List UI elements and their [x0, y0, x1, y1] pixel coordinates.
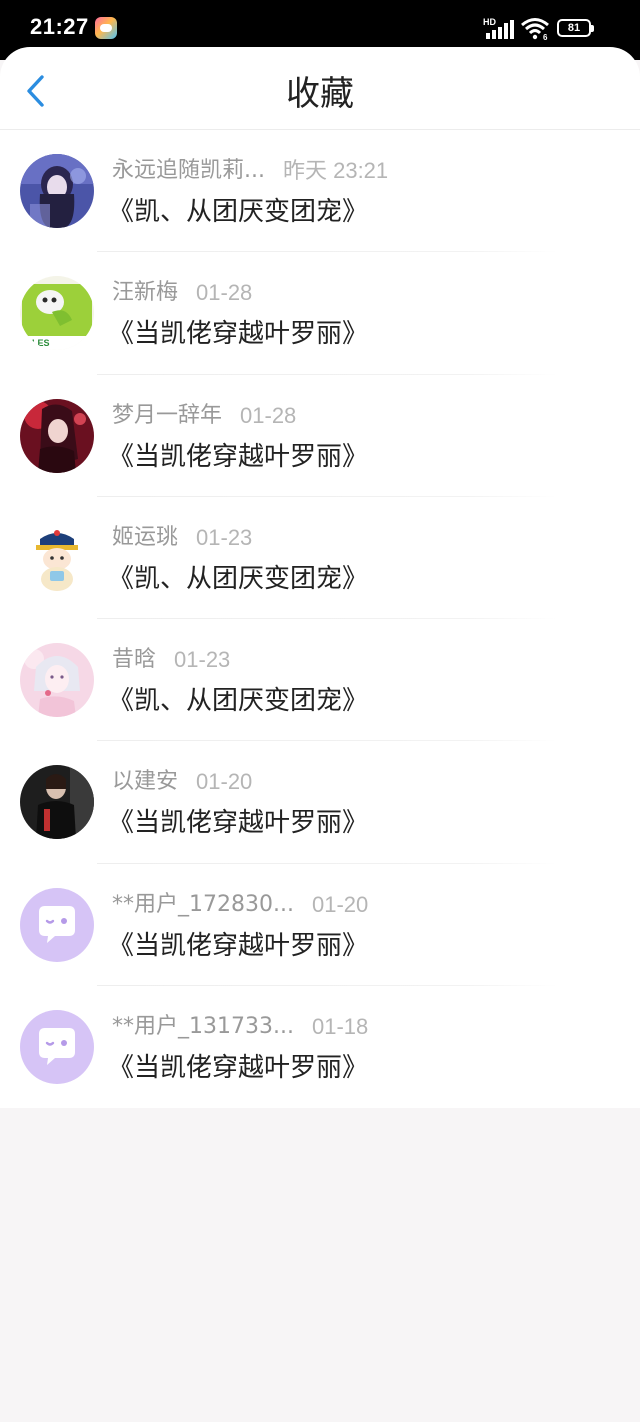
item-meta: 汪新梅 01-28: [112, 277, 610, 309]
favorite-item[interactable]: **用户_172830... 01-20 《当凯佬穿越叶罗丽》: [0, 864, 640, 986]
game-app-icon: [95, 17, 117, 39]
avatar[interactable]: [20, 1009, 94, 1084]
book-title[interactable]: 《当凯佬穿越叶罗丽》: [108, 805, 368, 841]
anime-avatar-icon: [20, 643, 94, 717]
anime-avatar-icon: [20, 154, 94, 228]
avatar[interactable]: [20, 765, 94, 840]
battery-level: 81: [567, 22, 581, 34]
book-title[interactable]: 《当凯佬穿越叶罗丽》: [108, 1050, 368, 1086]
avatar[interactable]: [20, 887, 94, 962]
item-date: 01-28: [196, 280, 253, 306]
avatar[interactable]: [20, 643, 94, 717]
book-title[interactable]: 《凯、从团厌变团宠》: [108, 683, 368, 719]
username[interactable]: 永远追随凯莉...: [112, 155, 265, 187]
item-date: 昨天 23:21: [282, 158, 389, 183]
battery-icon: 81: [557, 19, 594, 37]
avatar[interactable]: [20, 398, 94, 473]
favorites-list: 永远追随凯莉... 昨天 23:21 《凯、从团厌变团宠》 PLES 汪新梅 01-…: [0, 130, 640, 1108]
favorite-item[interactable]: 姬运珧 01-23 《凯、从团厌变团宠》: [0, 497, 640, 619]
book-title[interactable]: 《当凯佬穿越叶罗丽》: [108, 439, 368, 475]
username[interactable]: 昔晗: [112, 644, 156, 676]
favorite-item[interactable]: 以建安 01-20 《当凯佬穿越叶罗丽》: [0, 741, 640, 864]
item-meta: 以建安 01-20: [112, 766, 610, 798]
username[interactable]: 梦月一辞年: [112, 400, 222, 432]
header: 收藏: [0, 47, 640, 130]
favorite-item[interactable]: 永远追随凯莉... 昨天 23:21 《凯、从团厌变团宠》: [0, 130, 640, 253]
item-date: 01-20: [196, 769, 253, 795]
item-date: 01-18: [311, 1013, 369, 1039]
item-meta: 永远追随凯莉... 昨天 23:21: [112, 155, 610, 187]
favorite-item[interactable]: 昔晗 01-23 《凯、从团厌变团宠》: [0, 619, 640, 742]
item-meta: **用户_172830... 01-20: [112, 889, 610, 921]
book-title[interactable]: 《凯、从团厌变团宠》: [108, 561, 368, 597]
svg-text:PLES: PLES: [26, 338, 50, 348]
item-date: 01-28: [240, 402, 297, 428]
photo-avatar-icon: [20, 765, 94, 840]
username[interactable]: **用户_172830...: [112, 889, 294, 921]
username[interactable]: 姬运珧: [112, 522, 178, 554]
item-meta: 梦月一辞年 01-28: [112, 400, 610, 432]
signal-icon: [486, 20, 514, 39]
favorite-item[interactable]: PLES 汪新梅 01-28 《当凯佬穿越叶罗丽》: [0, 252, 640, 375]
avatar[interactable]: [20, 154, 94, 228]
cartoon-avatar-icon: PLES: [20, 276, 94, 351]
username[interactable]: **用户_131733...: [112, 1011, 294, 1043]
avatar[interactable]: PLES: [20, 276, 94, 351]
favorite-item[interactable]: **用户_131733... 01-18 《当凯佬穿越叶罗丽》: [0, 986, 640, 1108]
item-date: 01-23: [174, 647, 231, 672]
anime-avatar-icon: [20, 398, 94, 473]
item-meta: **用户_131733... 01-18: [112, 1011, 610, 1043]
wifi-icon: 6: [521, 18, 549, 40]
status-time: 21:27: [30, 14, 89, 39]
book-title[interactable]: 《当凯佬穿越叶罗丽》: [108, 928, 368, 964]
cartoon-avatar-icon: [20, 520, 94, 595]
svg-text:6: 6: [543, 33, 548, 40]
chat-bubble-icon: [20, 1009, 94, 1084]
item-date: 01-20: [311, 891, 369, 917]
book-title[interactable]: 《当凯佬穿越叶罗丽》: [108, 316, 368, 352]
avatar[interactable]: [20, 520, 94, 595]
item-meta: 姬运珧 01-23: [112, 522, 610, 554]
book-title[interactable]: 《凯、从团厌变团宠》: [108, 194, 368, 230]
username[interactable]: 以建安: [112, 766, 178, 798]
favorite-item[interactable]: 梦月一辞年 01-28 《当凯佬穿越叶罗丽》: [0, 375, 640, 497]
chat-bubble-icon: [20, 887, 94, 962]
item-date: 01-23: [196, 524, 253, 550]
page-title: 收藏: [286, 74, 354, 114]
username[interactable]: 汪新梅: [112, 277, 178, 309]
item-meta: 昔晗 01-23: [112, 644, 610, 676]
